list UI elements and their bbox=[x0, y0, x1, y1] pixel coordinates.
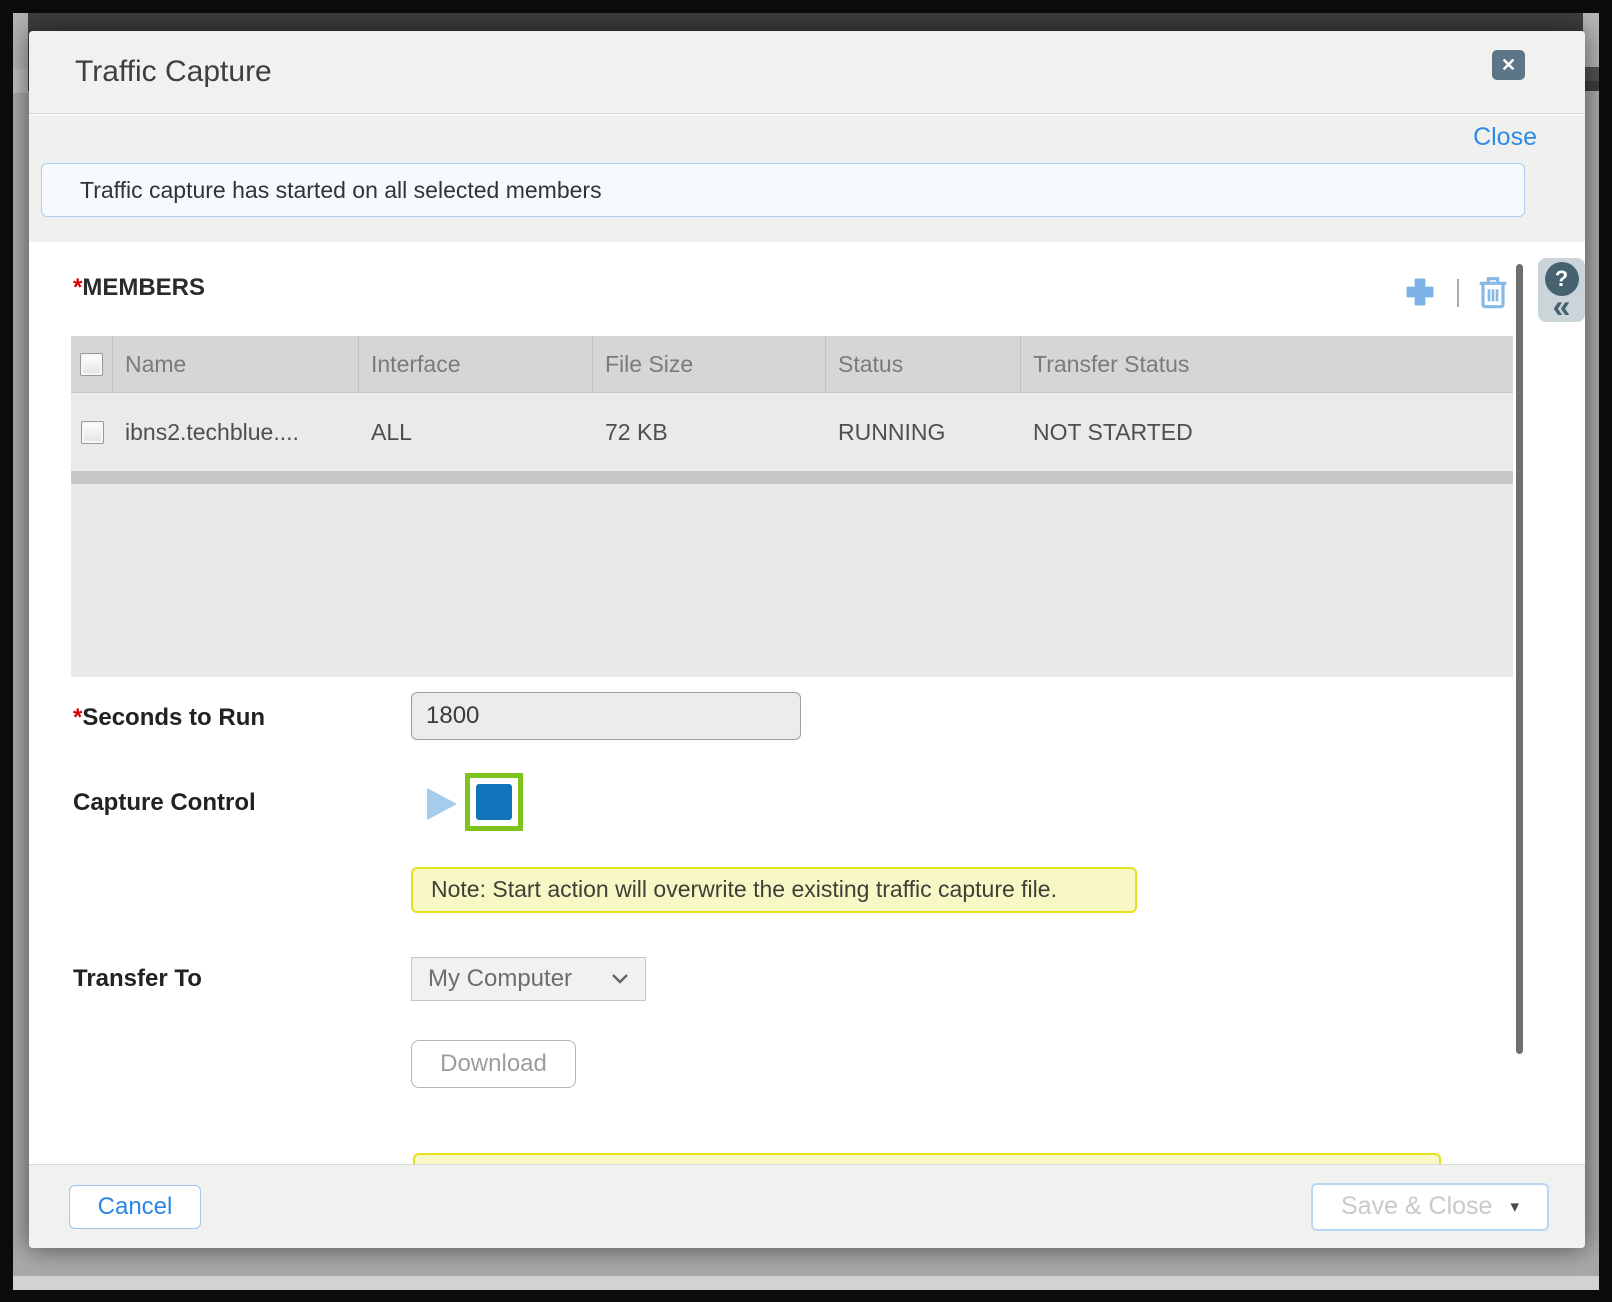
add-member-icon[interactable] bbox=[1401, 275, 1439, 309]
select-all-checkbox[interactable] bbox=[80, 353, 103, 376]
seconds-to-run-label: *Seconds to Run bbox=[73, 704, 265, 732]
close-link[interactable]: Close bbox=[1473, 123, 1537, 152]
row-interface: ALL bbox=[359, 393, 593, 471]
play-icon[interactable] bbox=[427, 788, 457, 820]
download-button[interactable]: Download bbox=[411, 1040, 576, 1088]
transfer-to-label: Transfer To bbox=[73, 965, 202, 993]
collapse-icon[interactable]: « bbox=[1553, 294, 1571, 318]
bg-row-fragment bbox=[13, 13, 28, 69]
seconds-label-text: Seconds to Run bbox=[82, 704, 265, 731]
dimmed-background: e f OS Traffic Capture ✕ Close Traffic c bbox=[13, 13, 1599, 1290]
seconds-to-run-input[interactable] bbox=[411, 692, 801, 740]
help-panel: ? « bbox=[1538, 258, 1585, 322]
dialog-toolbar-area: Close Traffic capture has started on all… bbox=[29, 115, 1585, 242]
select-all-cell bbox=[71, 336, 113, 392]
transfer-to-dropdown[interactable]: My Computer bbox=[411, 957, 646, 1001]
stop-button-highlight bbox=[465, 773, 523, 831]
bg-bottom-strip bbox=[13, 1276, 1599, 1290]
members-section-label: *MEMBERS bbox=[73, 274, 205, 302]
overwrite-note: Note: Start action will overwrite the ex… bbox=[411, 867, 1137, 913]
dialog-footer: Cancel Save & Close ▾ bbox=[29, 1164, 1585, 1248]
members-table: Name Interface File Size Status Transfer… bbox=[71, 336, 1513, 677]
delete-member-icon[interactable] bbox=[1477, 274, 1509, 310]
bg-row-fragment bbox=[1583, 13, 1599, 67]
save-close-label: Save & Close bbox=[1341, 1192, 1492, 1221]
stop-icon[interactable] bbox=[476, 784, 512, 820]
row-checkbox[interactable] bbox=[81, 421, 104, 444]
dialog-title: Traffic Capture bbox=[75, 55, 272, 89]
required-asterisk: * bbox=[73, 704, 82, 731]
column-header-name[interactable]: Name bbox=[113, 336, 359, 392]
toolbar-divider bbox=[1457, 279, 1459, 307]
traffic-capture-dialog: Traffic Capture ✕ Close Traffic capture … bbox=[29, 31, 1585, 1248]
dialog-header: Traffic Capture ✕ bbox=[29, 31, 1585, 114]
close-icon[interactable]: ✕ bbox=[1492, 50, 1525, 80]
capture-control-label: Capture Control bbox=[73, 789, 256, 817]
members-table-header: Name Interface File Size Status Transfer… bbox=[71, 336, 1513, 393]
horizontal-scrollbar[interactable] bbox=[71, 471, 1513, 484]
caret-down-icon: ▾ bbox=[1510, 1197, 1519, 1217]
row-file-size: 72 KB bbox=[593, 393, 826, 471]
members-label-text: MEMBERS bbox=[82, 274, 205, 301]
vertical-scrollbar[interactable] bbox=[1516, 264, 1523, 1054]
cancel-button[interactable]: Cancel bbox=[69, 1185, 201, 1229]
chevron-down-icon bbox=[611, 973, 629, 985]
row-name: ibns2.techblue.... bbox=[113, 393, 359, 471]
row-transfer-status: NOT STARTED bbox=[1021, 393, 1513, 471]
transfer-to-value: My Computer bbox=[412, 965, 611, 993]
column-header-transfer-status[interactable]: Transfer Status bbox=[1021, 336, 1513, 392]
table-row[interactable]: ibns2.techblue.... ALL 72 KB RUNNING NOT… bbox=[71, 393, 1513, 471]
row-status: RUNNING bbox=[826, 393, 1021, 471]
column-header-interface[interactable]: Interface bbox=[359, 336, 593, 392]
required-asterisk: * bbox=[73, 274, 82, 301]
row-checkbox-cell bbox=[71, 393, 113, 471]
column-header-file-size[interactable]: File Size bbox=[593, 336, 826, 392]
screenshot-frame: e f OS Traffic Capture ✕ Close Traffic c bbox=[0, 0, 1612, 1302]
save-close-button[interactable]: Save & Close ▾ bbox=[1311, 1183, 1549, 1231]
column-header-status[interactable]: Status bbox=[826, 336, 1021, 392]
status-banner: Traffic capture has started on all selec… bbox=[41, 163, 1525, 217]
